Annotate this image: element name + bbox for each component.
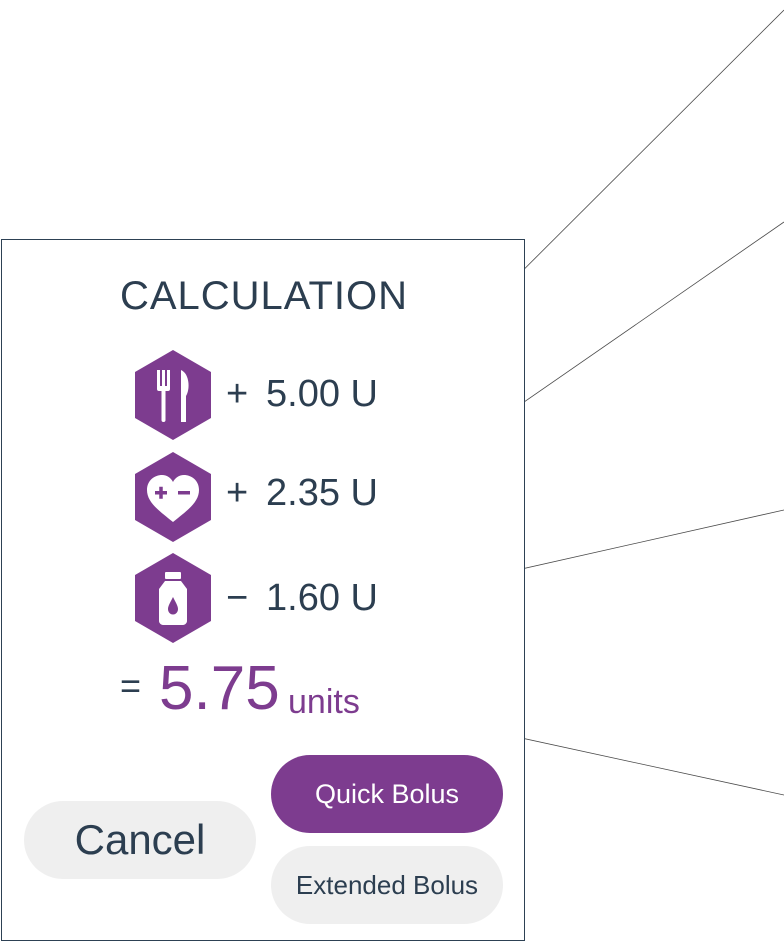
calculation-title: CALCULATION: [119, 274, 409, 318]
cancel-button[interactable]: Cancel: [24, 801, 256, 879]
total-dose: 5.75: [159, 654, 280, 723]
carbs-fork-knife-icon: [135, 350, 211, 440]
correction-heart-icon: [135, 452, 211, 542]
equals-sign: =: [120, 665, 142, 706]
iob-value: 1.60 U: [266, 577, 378, 619]
total-units-label: units: [288, 683, 360, 721]
correction-operator: +: [226, 472, 249, 514]
extended-bolus-button[interactable]: Extended Bolus: [271, 846, 503, 924]
carbs-value: 5.00 U: [266, 373, 378, 415]
calculation-panel: CALCULATION + 5.00 U + 2.35 U − 1.60 U =…: [1, 239, 525, 941]
insulin-on-board-bottle-icon: [135, 553, 211, 643]
carbs-operator: +: [226, 373, 249, 415]
correction-value: 2.35 U: [266, 472, 378, 514]
quick-bolus-button[interactable]: Quick Bolus: [271, 755, 503, 833]
iob-operator: −: [226, 577, 249, 619]
